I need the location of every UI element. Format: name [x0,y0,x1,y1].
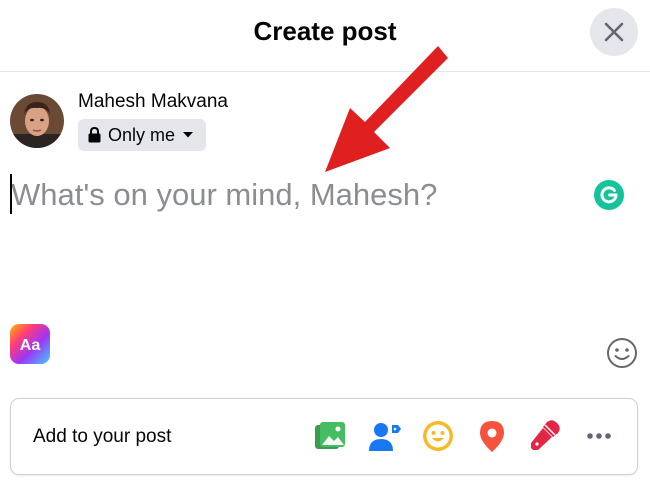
host-qa-icon [531,420,560,450]
svg-text:Aa: Aa [20,337,41,354]
more-options-button[interactable] [580,417,618,455]
avatar[interactable] [10,94,64,148]
text-caret [10,174,12,214]
feeling-button[interactable] [419,417,457,455]
post-composer-input[interactable] [10,174,570,216]
close-icon [604,22,624,42]
close-button[interactable] [590,8,638,56]
tag-people-icon [369,423,401,451]
dialog-title: Create post [253,16,397,46]
tag-people-button[interactable] [366,417,404,455]
grammarly-icon[interactable] [594,180,624,210]
photo-video-button[interactable] [311,417,349,455]
host-qa-button[interactable] [526,417,564,455]
check-in-button[interactable] [473,417,511,455]
check-in-icon [480,421,504,452]
dialog-header: Create post [0,0,650,72]
add-to-post-label: Add to your post [33,426,172,447]
more-icon [587,433,611,439]
lock-icon [88,127,101,143]
photo-video-icon [315,422,345,449]
emoji-icon[interactable] [606,337,638,369]
caret-down-icon [183,132,194,138]
user-name: Mahesh Makvana [78,91,228,112]
feeling-icon [423,421,453,451]
text-background-button[interactable]: Aa [10,324,50,364]
add-to-post-bar: Add to your post [10,398,638,475]
privacy-label: Only me [108,124,176,145]
privacy-selector[interactable]: Only me [78,119,207,151]
